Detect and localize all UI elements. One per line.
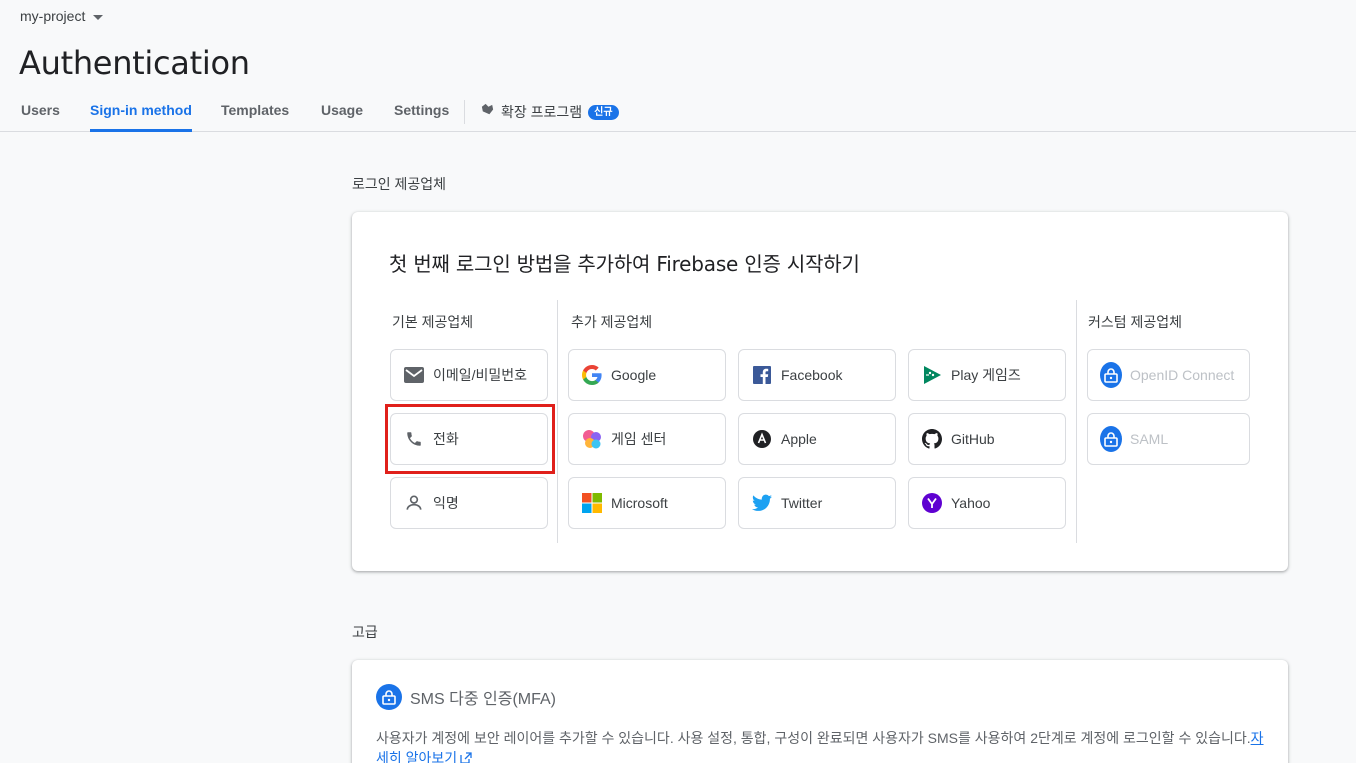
provider-label: OpenID Connect bbox=[1130, 367, 1235, 383]
lock-icon bbox=[1100, 362, 1122, 388]
chevron-down-icon bbox=[93, 14, 104, 20]
providers-section-label: 로그인 제공업체 bbox=[352, 176, 447, 192]
tab-extensions[interactable]: 확장 프로그램 신규 bbox=[480, 92, 619, 132]
column-divider bbox=[557, 300, 558, 543]
provider-saml[interactable]: SAML bbox=[1087, 413, 1250, 465]
provider-email-password[interactable]: 이메일/비밀번호 bbox=[390, 349, 548, 401]
provider-label: 이메일/비밀번호 bbox=[433, 367, 528, 383]
provider-label: SAML bbox=[1130, 431, 1169, 447]
project-switcher[interactable]: my-project bbox=[20, 8, 104, 24]
tab-settings[interactable]: Settings bbox=[394, 92, 449, 132]
providers-card-title: 첫 번째 로그인 방법을 추가하여 Firebase 인증 시작하기 bbox=[389, 252, 860, 276]
twitter-icon bbox=[751, 492, 773, 514]
provider-label: Play 게임즈 bbox=[951, 367, 1021, 383]
provider-yahoo[interactable]: Yahoo bbox=[908, 477, 1066, 529]
extensions-icon bbox=[480, 94, 495, 130]
mail-icon bbox=[403, 364, 425, 386]
lock-icon bbox=[376, 684, 402, 710]
person-icon bbox=[403, 492, 425, 514]
column-divider bbox=[1076, 300, 1077, 543]
provider-game-center[interactable]: 게임 센터 bbox=[568, 413, 726, 465]
external-link-icon bbox=[460, 749, 472, 763]
provider-play-games[interactable]: Play 게임즈 bbox=[908, 349, 1066, 401]
native-providers-heading: 기본 제공업체 bbox=[392, 314, 474, 330]
play-games-icon bbox=[921, 364, 943, 386]
microsoft-icon bbox=[581, 492, 603, 514]
provider-label: Microsoft bbox=[611, 495, 668, 511]
tab-users[interactable]: Users bbox=[21, 92, 60, 132]
yahoo-icon bbox=[921, 492, 943, 514]
tab-usage[interactable]: Usage bbox=[321, 92, 363, 132]
mfa-description-text: 사용자가 계정에 보안 레이어를 추가할 수 있습니다. 사용 설정, 통합, … bbox=[376, 730, 1251, 746]
tab-extensions-label: 확장 프로그램 bbox=[501, 104, 583, 120]
new-badge: 신규 bbox=[588, 104, 619, 120]
provider-label: 익명 bbox=[433, 495, 459, 511]
custom-providers-heading: 커스텀 제공업체 bbox=[1088, 314, 1183, 330]
tab-divider bbox=[464, 100, 465, 124]
provider-label: GitHub bbox=[951, 431, 995, 447]
provider-label: 게임 센터 bbox=[611, 431, 667, 447]
phone-icon bbox=[403, 428, 425, 450]
project-name: my-project bbox=[20, 8, 86, 24]
provider-label: Google bbox=[611, 367, 657, 383]
provider-label: Twitter bbox=[781, 495, 823, 511]
provider-label: Facebook bbox=[781, 367, 843, 383]
advanced-section-label: 고급 bbox=[352, 624, 378, 640]
provider-openid-connect[interactable]: OpenID Connect bbox=[1087, 349, 1250, 401]
provider-twitter[interactable]: Twitter bbox=[738, 477, 896, 529]
google-icon bbox=[581, 364, 603, 386]
provider-microsoft[interactable]: Microsoft bbox=[568, 477, 726, 529]
github-icon bbox=[921, 428, 943, 450]
page-title: Authentication bbox=[19, 44, 250, 82]
provider-label: 전화 bbox=[433, 431, 459, 447]
game-center-icon bbox=[581, 428, 603, 450]
tab-sign-in-method[interactable]: Sign-in method bbox=[90, 92, 192, 132]
provider-anonymous[interactable]: 익명 bbox=[390, 477, 548, 529]
provider-label: Yahoo bbox=[951, 495, 991, 511]
provider-label: Apple bbox=[781, 431, 817, 447]
mfa-title: SMS 다중 인증(MFA) bbox=[376, 684, 556, 710]
facebook-icon bbox=[751, 364, 773, 386]
provider-phone[interactable]: 전화 bbox=[390, 413, 548, 465]
provider-facebook[interactable]: Facebook bbox=[738, 349, 896, 401]
tab-templates[interactable]: Templates bbox=[221, 92, 289, 132]
mfa-card: SMS 다중 인증(MFA) 사용자가 계정에 보안 레이어를 추가할 수 있습… bbox=[352, 660, 1288, 763]
provider-github[interactable]: GitHub bbox=[908, 413, 1066, 465]
mfa-description: 사용자가 계정에 보안 레이어를 추가할 수 있습니다. 사용 설정, 통합, … bbox=[376, 728, 1266, 763]
tab-bar: Users Sign-in method Templates Usage Set… bbox=[0, 92, 1356, 132]
mfa-title-label: SMS 다중 인증(MFA) bbox=[410, 691, 556, 708]
lock-icon bbox=[1100, 426, 1122, 452]
additional-providers-heading: 추가 제공업체 bbox=[571, 314, 653, 330]
provider-apple[interactable]: Apple bbox=[738, 413, 896, 465]
provider-google[interactable]: Google bbox=[568, 349, 726, 401]
apple-icon bbox=[751, 428, 773, 450]
